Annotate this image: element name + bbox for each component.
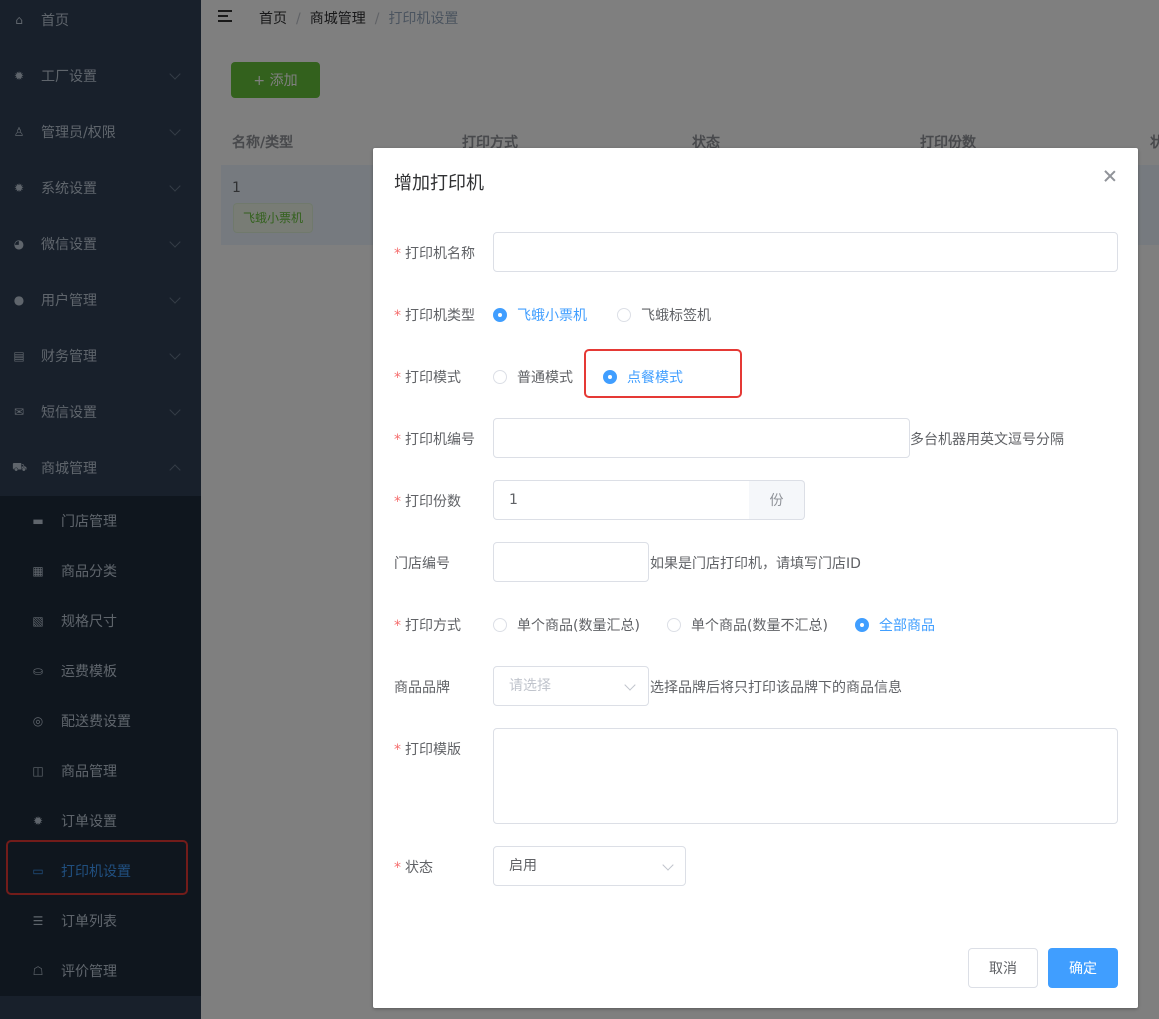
radio-single-summary[interactable]: 单个商品(数量汇总) [493, 615, 640, 635]
printer-sn-hint: 多台机器用英文逗号分隔 [910, 432, 1064, 448]
radio-label-printer[interactable]: 飞蛾标签机 [617, 305, 711, 325]
brand-hint: 选择品牌后将只打印该品牌下的商品信息 [650, 680, 902, 696]
print-mode-label: * 打印模式 [394, 370, 461, 386]
printer-type-label: * 打印机类型 [394, 308, 475, 324]
close-icon[interactable] [1102, 168, 1118, 184]
radio-normal-mode[interactable]: 普通模式 [493, 367, 573, 387]
printer-name-label: * 打印机名称 [394, 246, 475, 262]
radio-single-no-summary[interactable]: 单个商品(数量不汇总) [667, 615, 828, 635]
brand-label: 商品品牌 [394, 680, 450, 696]
store-id-input[interactable] [493, 542, 649, 582]
confirm-button[interactable]: 确定 [1048, 948, 1118, 988]
copies-input[interactable]: 1 [493, 480, 750, 520]
radio-receipt-printer[interactable]: 飞蛾小票机 [493, 305, 587, 325]
dialog-title: 增加打印机 [394, 173, 484, 194]
printer-sn-input[interactable] [493, 418, 910, 458]
add-printer-dialog: 增加打印机 * 打印机名称 * 打印机类型 飞蛾小票机 飞蛾标签机 * 打印模式 普通… [373, 148, 1138, 1008]
copies-unit: 份 [749, 480, 805, 520]
store-id-hint: 如果是门店打印机，请填写门店ID [650, 556, 861, 572]
print-method-label: * 打印方式 [394, 618, 461, 634]
printer-name-input[interactable] [493, 232, 1118, 272]
printer-sn-label: * 打印机编号 [394, 432, 475, 448]
status-select[interactable]: 启用 [493, 846, 686, 886]
copies-label: * 打印份数 [394, 494, 461, 510]
cancel-button[interactable]: 取消 [968, 948, 1038, 988]
radio-all-products[interactable]: 全部商品 [855, 615, 935, 635]
template-label: * 打印模版 [394, 742, 461, 758]
highlight-box-mode [584, 349, 742, 398]
status-label: * 状态 [394, 860, 433, 876]
store-id-label: 门店编号 [394, 556, 450, 572]
template-textarea[interactable] [493, 728, 1118, 824]
